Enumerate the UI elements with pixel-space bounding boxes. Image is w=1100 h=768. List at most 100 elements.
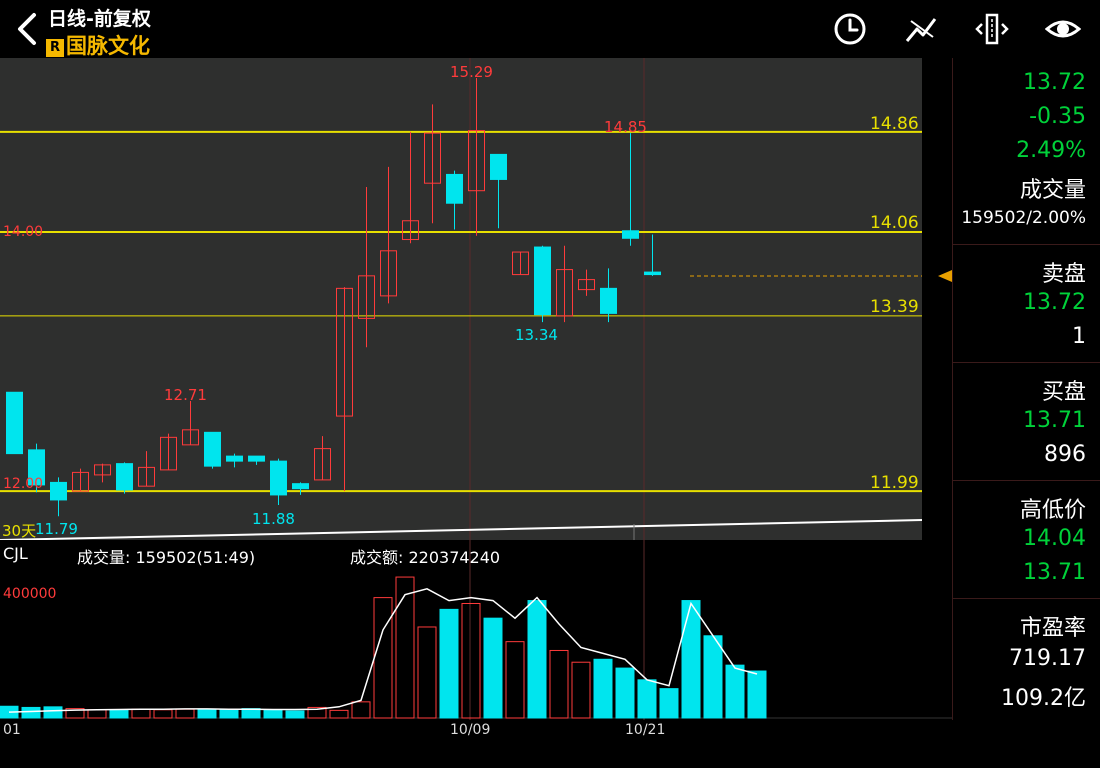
- volume-bar: [43, 706, 63, 719]
- candle-body: [50, 481, 67, 501]
- candle-body: [226, 455, 243, 462]
- candle-body: [622, 230, 639, 239]
- candle-body: [6, 391, 23, 455]
- volume-bar: [109, 709, 129, 719]
- level-label-11-99: 11.99: [870, 473, 919, 493]
- volume-bar: [153, 709, 173, 719]
- bid-price: 13.71: [1023, 408, 1086, 433]
- level-label-13-39: 13.39: [870, 297, 919, 317]
- indicator-name[interactable]: CJL: [3, 544, 28, 563]
- volume-bar: [637, 679, 657, 719]
- low-label-13-34: 13.34: [515, 326, 558, 344]
- candle-body: [270, 460, 287, 496]
- high-price: 14.04: [1023, 526, 1086, 551]
- volume-value: 159502/2.00%: [961, 208, 1086, 228]
- volume-readout: 成交量: 159502(51:49): [77, 548, 256, 567]
- side-separator: [953, 362, 1100, 363]
- volume-bar: [571, 661, 591, 719]
- ma-line-segment: [0, 519, 923, 541]
- volume-bar: [483, 617, 503, 719]
- candlestick-chart[interactable]: [0, 58, 940, 541]
- volume-bar: [659, 688, 679, 719]
- candle-body: [534, 246, 551, 316]
- high-label-12-71: 12.71: [164, 386, 207, 404]
- candle-body: [204, 431, 221, 467]
- level-label-14-86: 14.86: [870, 114, 919, 134]
- candle-body: [600, 287, 617, 314]
- side-separator: [953, 598, 1100, 599]
- volume-bar: [395, 576, 415, 719]
- last-price: 13.72: [1023, 70, 1086, 95]
- clock-icon[interactable]: [832, 11, 868, 47]
- volume-bar: [351, 701, 371, 719]
- date-label-10-21: 10/21: [625, 722, 666, 738]
- r-badge: R: [46, 39, 64, 57]
- back-icon[interactable]: [12, 10, 42, 48]
- candle-body: [116, 463, 133, 491]
- stock-name[interactable]: R 国脉文化: [46, 30, 150, 60]
- volume-bar: [87, 709, 107, 719]
- candle-body: [644, 271, 661, 276]
- date-label-10-09: 10/09: [450, 722, 491, 738]
- candle-body: [292, 483, 309, 490]
- volume-bar: [219, 708, 239, 719]
- market-cap: 109.2亿: [1001, 686, 1086, 711]
- volume-bar: [285, 710, 305, 719]
- volume-bar: [131, 708, 151, 719]
- high-label-14-85: 14.85: [604, 118, 647, 136]
- volume-bar: [461, 602, 481, 719]
- ask-qty: 1: [1072, 324, 1086, 349]
- volume-bar: [263, 709, 283, 719]
- bid-title: 买盘: [1041, 380, 1086, 405]
- volume-bar: [373, 597, 393, 719]
- draw-line-icon[interactable]: [903, 11, 939, 47]
- amount-readout: 成交额: 220374240: [350, 548, 501, 567]
- candle-body: [490, 153, 507, 180]
- period-label: 30天: [2, 522, 37, 540]
- volume-title: 成交量: [1019, 178, 1086, 203]
- side-divider: [952, 58, 953, 720]
- candle-body: [446, 173, 463, 204]
- bid-qty: 896: [1044, 442, 1086, 467]
- low-label-11-79: 11.79: [35, 520, 78, 538]
- volume-chart[interactable]: CJL 成交量: 159502(51:49) 成交额: 220374240 40…: [0, 540, 952, 738]
- price-pointer-icon: [938, 270, 952, 282]
- high-label-15-29: 15.29: [450, 63, 493, 81]
- top-bar: 日线-前复权 R 国脉文化: [0, 0, 1100, 58]
- volume-bar: [747, 670, 767, 719]
- side-separator: [953, 480, 1100, 481]
- chart-title: 日线-前复权: [48, 8, 151, 30]
- price-chart[interactable]: 14.00 12.00 14.86 14.06 13.39 11.99 15.2…: [0, 58, 940, 541]
- axis-label-14: 14.00: [3, 224, 44, 240]
- pe-value: 719.17: [1009, 646, 1086, 671]
- split-adjust-icon[interactable]: [974, 11, 1010, 47]
- volume-bar: [615, 667, 635, 719]
- high-low-title: 高低价: [1019, 498, 1086, 523]
- volume-bar: [725, 664, 745, 719]
- level-label-14-06: 14.06: [870, 213, 919, 233]
- volume-scale-label: 400000: [3, 586, 57, 602]
- change-percent: 2.49%: [1016, 138, 1086, 163]
- ask-price: 13.72: [1023, 290, 1086, 315]
- volume-bar: [197, 708, 217, 719]
- low-label-11-88: 11.88: [252, 510, 295, 528]
- ask-title: 卖盘: [1041, 262, 1086, 287]
- candle-body: [248, 455, 265, 462]
- volume-bar: [549, 649, 569, 719]
- volume-bar: [175, 708, 195, 719]
- volume-bar: [681, 600, 701, 719]
- volume-bar: [527, 600, 547, 719]
- volume-bar: [329, 709, 349, 719]
- stock-name-label: 国脉文化: [66, 34, 150, 58]
- pe-title: 市盈率: [1019, 616, 1086, 641]
- date-label-01: 01: [3, 722, 21, 738]
- eye-icon[interactable]: [1045, 11, 1081, 47]
- low-price: 13.71: [1023, 560, 1086, 585]
- volume-bar: [21, 706, 41, 719]
- volume-bar: [439, 608, 459, 719]
- volume-bar: [505, 641, 525, 719]
- volume-bar: [593, 658, 613, 719]
- side-separator: [953, 244, 1100, 245]
- axis-label-12: 12.00: [3, 476, 44, 492]
- price-change: -0.35: [1029, 104, 1086, 129]
